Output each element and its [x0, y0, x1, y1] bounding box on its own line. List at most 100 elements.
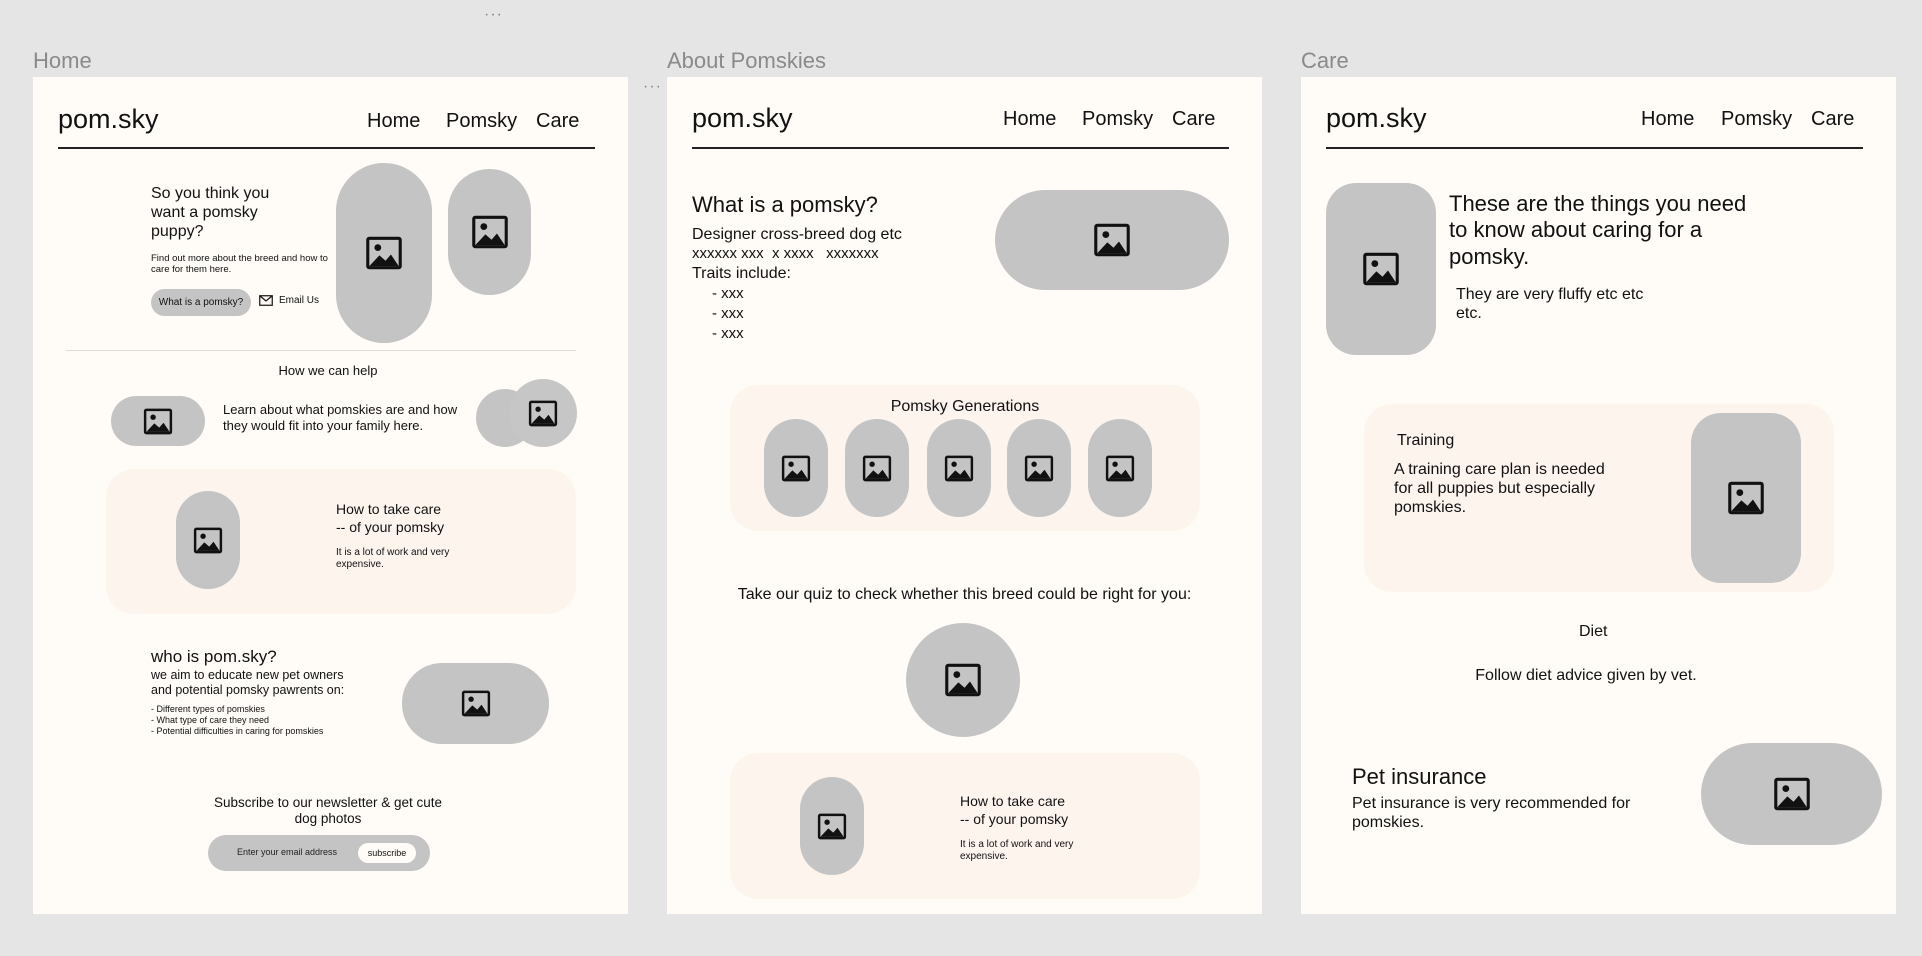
image-placeholder-icon	[528, 400, 558, 427]
diet-text: Follow diet advice given by vet.	[1475, 667, 1697, 684]
image-placeholder-icon	[1727, 481, 1765, 515]
email-us-label: Email Us	[279, 295, 320, 306]
training-heading: Training	[1397, 432, 1455, 449]
generation-image-2	[845, 419, 909, 517]
image-placeholder-icon	[193, 527, 223, 554]
care-card-home: How to take care -- of your pomsky It is…	[106, 469, 576, 614]
help-text: Learn about what pomskies are and how th…	[223, 402, 458, 433]
frame-label-home[interactable]: Home	[33, 48, 92, 74]
training-text: A training care plan is needed for all p…	[1394, 461, 1605, 517]
traits-list: - xxx - xxx - xxx	[712, 284, 744, 344]
nav-pomsky[interactable]: Pomsky	[1721, 108, 1792, 131]
generation-image-5	[1088, 419, 1152, 517]
image-placeholder-icon	[944, 663, 982, 697]
image-placeholder-icon	[365, 236, 403, 270]
generations-panel: Pomsky Generations	[730, 385, 1200, 531]
care-card-title-1: How to take care	[336, 501, 442, 517]
hero-image-tall	[336, 163, 432, 343]
email-input[interactable]: Enter your email address	[237, 847, 337, 857]
nav-home[interactable]: Home	[1003, 108, 1056, 131]
site-logo[interactable]: pom.sky	[692, 103, 793, 134]
nav-home[interactable]: Home	[1641, 108, 1694, 131]
about-line-1: Designer cross-breed dog etc	[692, 226, 902, 243]
trait-item: - xxx	[712, 304, 744, 322]
hero-text: Find out more about the breed and how to…	[151, 253, 328, 276]
image-placeholder-icon	[1024, 455, 1054, 482]
care-card-image	[176, 491, 240, 589]
care-card-title-1: How to take care	[960, 793, 1066, 809]
care-card-image	[800, 777, 864, 875]
help-heading: How we can help	[278, 363, 378, 378]
insurance-heading: Pet insurance	[1352, 764, 1487, 789]
nav-care[interactable]: Care	[1172, 108, 1215, 131]
who-list-item: - Potential difficulties in caring for p…	[151, 725, 324, 736]
diet-heading: Diet	[1579, 623, 1608, 640]
what-is-pomsky-button[interactable]: What is a pomsky?	[151, 289, 251, 316]
nav-care[interactable]: Care	[536, 110, 579, 133]
about-image	[995, 190, 1229, 290]
nav-home[interactable]: Home	[367, 110, 420, 133]
care-subtitle: They are very fluffy etc etc etc.	[1456, 286, 1644, 323]
site-logo[interactable]: pom.sky	[1326, 103, 1427, 134]
image-placeholder-icon	[817, 813, 847, 840]
frame-label-care[interactable]: Care	[1301, 48, 1349, 74]
care-card-text: It is a lot of work and very expensive.	[960, 839, 1074, 862]
care-hero-image	[1326, 183, 1436, 355]
who-image	[402, 663, 549, 744]
email-us-link[interactable]: Email Us	[259, 295, 319, 306]
header-divider	[692, 147, 1229, 149]
image-placeholder-icon	[461, 690, 491, 717]
about-title: What is a pomsky?	[692, 192, 878, 217]
envelope-icon	[259, 295, 273, 306]
insurance-text: Pet insurance is very recommended for po…	[1352, 795, 1631, 832]
nav-care[interactable]: Care	[1811, 108, 1854, 131]
about-line-2: xxxxxx xxx x xxxx xxxxxxx	[692, 245, 879, 262]
help-image-front	[509, 379, 577, 447]
who-title: who is pom.sky?	[151, 647, 277, 666]
frame-label-about[interactable]: About Pomskies	[667, 48, 826, 74]
newsletter-form: Enter your email address subscribe	[208, 835, 430, 871]
generations-heading: Pomsky Generations	[890, 398, 1040, 415]
home-frame: pom.sky Home Pomsky Care So you think yo…	[33, 77, 628, 914]
image-placeholder-icon	[944, 455, 974, 482]
care-title: These are the things you need to know ab…	[1449, 191, 1747, 269]
image-placeholder-icon	[143, 408, 173, 435]
trait-item: - xxx	[712, 324, 744, 342]
generation-image-3	[927, 419, 991, 517]
nav-pomsky[interactable]: Pomsky	[1082, 108, 1153, 131]
image-placeholder-icon	[781, 455, 811, 482]
site-logo[interactable]: pom.sky	[58, 104, 159, 135]
generation-image-1	[764, 419, 828, 517]
hero-image-short	[448, 169, 531, 295]
image-placeholder-icon	[1093, 223, 1131, 257]
who-list-item: - Different types of pomskies	[151, 704, 265, 714]
about-frame: pom.sky Home Pomsky Care What is a pomsk…	[667, 77, 1262, 914]
image-placeholder-icon	[1773, 777, 1811, 811]
care-card-title-2: -- of your pomsky	[336, 519, 445, 535]
newsletter-title: Subscribe to our newsletter & get cute d…	[213, 795, 443, 827]
frame-gap-dots[interactable]: ···	[643, 78, 662, 96]
quiz-image[interactable]	[906, 623, 1020, 737]
subscribe-button[interactable]: subscribe	[358, 843, 416, 863]
care-card-title-2: -- of your pomsky	[960, 811, 1069, 827]
care-card-about: How to take care -- of your pomsky It is…	[730, 753, 1200, 899]
frame-options-dots[interactable]: ···	[484, 6, 503, 24]
generation-image-4	[1007, 419, 1071, 517]
image-placeholder-icon	[471, 215, 509, 249]
care-frame: pom.sky Home Pomsky Care These are the t…	[1301, 77, 1896, 914]
insurance-image	[1701, 743, 1882, 845]
care-card-text: It is a lot of work and very expensive.	[336, 547, 450, 570]
traits-label: Traits include:	[692, 265, 791, 282]
who-text: we aim to educate new pet owners and pot…	[151, 668, 345, 697]
nav-pomsky[interactable]: Pomsky	[446, 110, 517, 133]
header-divider	[1326, 147, 1863, 149]
image-placeholder-icon	[1105, 455, 1135, 482]
training-panel: Training A training care plan is needed …	[1364, 404, 1834, 592]
who-list: - Different types of pomskies - What typ…	[151, 704, 323, 736]
who-list-item: - What type of care they need	[151, 714, 270, 725]
section-divider	[66, 350, 576, 351]
header-divider	[58, 147, 595, 149]
training-image	[1691, 413, 1801, 583]
image-placeholder-icon	[862, 455, 892, 482]
help-image-left	[111, 396, 205, 446]
